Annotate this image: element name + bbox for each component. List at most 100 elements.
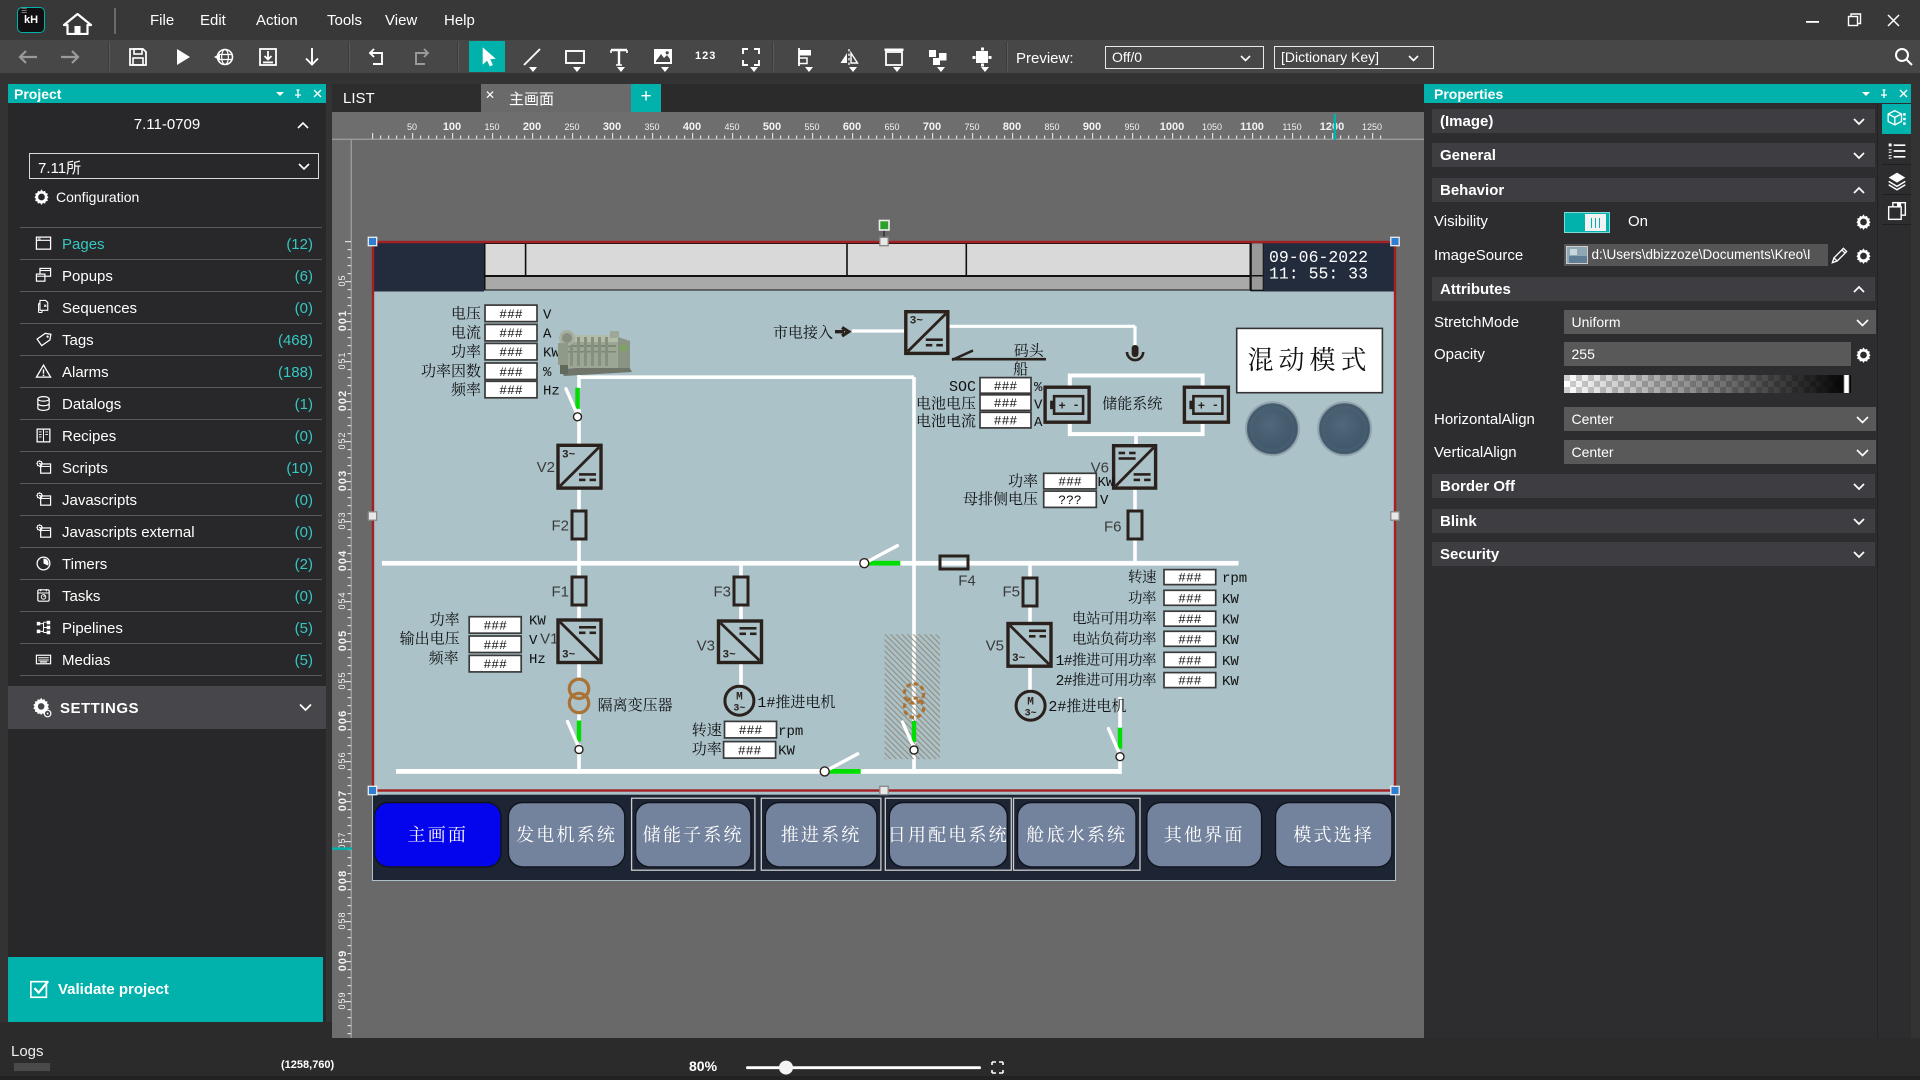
svg-text:###: ###	[1178, 632, 1202, 647]
svg-text:3~: 3~	[562, 449, 576, 461]
svg-text:0: 0	[337, 718, 349, 724]
svg-text:###: ###	[994, 396, 1018, 411]
svg-text:0: 0	[337, 485, 349, 491]
svg-text:700: 700	[923, 121, 941, 133]
svg-text:V2: V2	[537, 459, 555, 476]
svg-text:0: 0	[337, 281, 347, 286]
svg-text:%: %	[1034, 380, 1043, 396]
svg-text:6: 6	[337, 711, 349, 717]
svg-text:输出电压: 输出电压	[400, 630, 460, 649]
svg-text:发电机系统: 发电机系统	[516, 825, 617, 847]
svg-text:8: 8	[337, 912, 347, 917]
svg-text:F2: F2	[551, 518, 569, 535]
svg-text:F1: F1	[551, 584, 569, 601]
svg-text:Hz: Hz	[529, 652, 546, 668]
svg-text:3~: 3~	[1025, 709, 1037, 720]
svg-text:5: 5	[337, 438, 347, 443]
svg-text:1150: 1150	[1282, 122, 1301, 132]
svg-text:储能系统: 储能系统	[1102, 395, 1162, 414]
svg-text:0: 0	[337, 638, 349, 644]
svg-text:650: 650	[884, 122, 899, 132]
svg-text:F3: F3	[713, 584, 731, 601]
svg-text:###: ###	[499, 365, 523, 380]
svg-text:KW: KW	[1222, 633, 1239, 649]
svg-text:频率: 频率	[429, 650, 459, 668]
svg-text:4: 4	[337, 592, 347, 597]
svg-text:0: 0	[337, 364, 347, 369]
svg-text:900: 900	[1083, 121, 1101, 133]
svg-text:0: 0	[337, 725, 349, 731]
svg-text:11: 55: 33: 11: 55: 33	[1269, 265, 1368, 284]
svg-text:???: ???	[1058, 493, 1081, 508]
svg-text:功率: 功率	[1008, 473, 1038, 491]
svg-text:6: 6	[337, 752, 347, 757]
svg-text:5: 5	[337, 358, 347, 363]
svg-text:0: 0	[337, 805, 349, 811]
svg-text:0: 0	[337, 325, 349, 331]
svg-text:9: 9	[337, 951, 349, 957]
svg-text:V: V	[1034, 398, 1043, 414]
svg-text:0: 0	[337, 558, 349, 564]
svg-text:1100: 1100	[1240, 121, 1264, 133]
svg-text:7: 7	[337, 791, 349, 797]
svg-text:功率因数: 功率因数	[421, 363, 481, 381]
svg-text:###: ###	[499, 345, 523, 360]
svg-text:0: 0	[337, 764, 347, 769]
svg-text:M: M	[1027, 697, 1034, 709]
svg-text:转速: 转速	[692, 721, 722, 740]
svg-text:9: 9	[337, 992, 347, 997]
svg-text:50: 50	[407, 122, 417, 132]
svg-text:KW: KW	[1222, 592, 1239, 608]
svg-text:功率: 功率	[430, 611, 460, 629]
svg-text:2#推进电机: 2#推进电机	[1048, 697, 1126, 716]
svg-text:1#推进电机: 1#推进电机	[757, 693, 835, 712]
svg-text:100: 100	[443, 121, 461, 133]
svg-text:###: ###	[1058, 475, 1082, 490]
svg-text:###: ###	[499, 383, 523, 398]
svg-text:电压: 电压	[451, 304, 481, 323]
svg-text:隔离变压器: 隔离变压器	[598, 697, 673, 715]
svg-text:A: A	[1034, 415, 1043, 431]
svg-text:0: 0	[337, 478, 349, 484]
svg-text:3~: 3~	[1012, 653, 1026, 665]
svg-text:KW: KW	[1222, 613, 1239, 629]
svg-text:F4: F4	[958, 573, 976, 590]
svg-text:5: 5	[337, 918, 347, 923]
svg-text:日用配电系统: 日用配电系统	[888, 825, 1009, 847]
svg-text:5: 5	[337, 678, 347, 683]
svg-text:###: ###	[994, 379, 1018, 394]
svg-text:F6: F6	[1104, 518, 1122, 535]
svg-text:0: 0	[337, 444, 347, 449]
svg-text:5: 5	[337, 518, 347, 523]
svg-text:频率: 频率	[451, 382, 481, 400]
svg-text:1250: 1250	[1362, 122, 1382, 132]
svg-text:电站负荷功率: 电站负荷功率	[1072, 630, 1156, 649]
svg-text:0: 0	[337, 798, 349, 804]
svg-text:5: 5	[337, 838, 347, 843]
svg-text:3~: 3~	[562, 650, 576, 662]
svg-text:1000: 1000	[1160, 121, 1184, 133]
svg-text:+: +	[1058, 400, 1065, 414]
svg-text:1#推进可用功率: 1#推进可用功率	[1056, 652, 1156, 670]
svg-text:1200: 1200	[1320, 121, 1344, 133]
svg-text:8: 8	[337, 871, 349, 877]
svg-text:3: 3	[337, 512, 347, 517]
svg-text:M: M	[736, 692, 743, 704]
svg-text:750: 750	[964, 122, 979, 132]
svg-text:0: 0	[337, 604, 347, 609]
svg-text:3~: 3~	[910, 316, 924, 328]
svg-text:主画面: 主画面	[407, 825, 468, 847]
svg-text:5: 5	[337, 275, 347, 280]
svg-text:###: ###	[1178, 591, 1202, 606]
svg-text:1: 1	[337, 352, 347, 357]
svg-text:7: 7	[337, 832, 347, 837]
svg-text:0: 0	[337, 645, 349, 651]
svg-text:2#推进可用功率: 2#推进可用功率	[1056, 672, 1156, 690]
svg-text:950: 950	[1124, 122, 1139, 132]
svg-text:V3: V3	[697, 638, 715, 655]
svg-text:200: 200	[523, 121, 541, 133]
svg-text:3~: 3~	[723, 650, 737, 662]
svg-text:模式选择: 模式选择	[1293, 824, 1374, 847]
svg-text:%: %	[543, 365, 552, 381]
svg-text:V: V	[543, 307, 552, 323]
